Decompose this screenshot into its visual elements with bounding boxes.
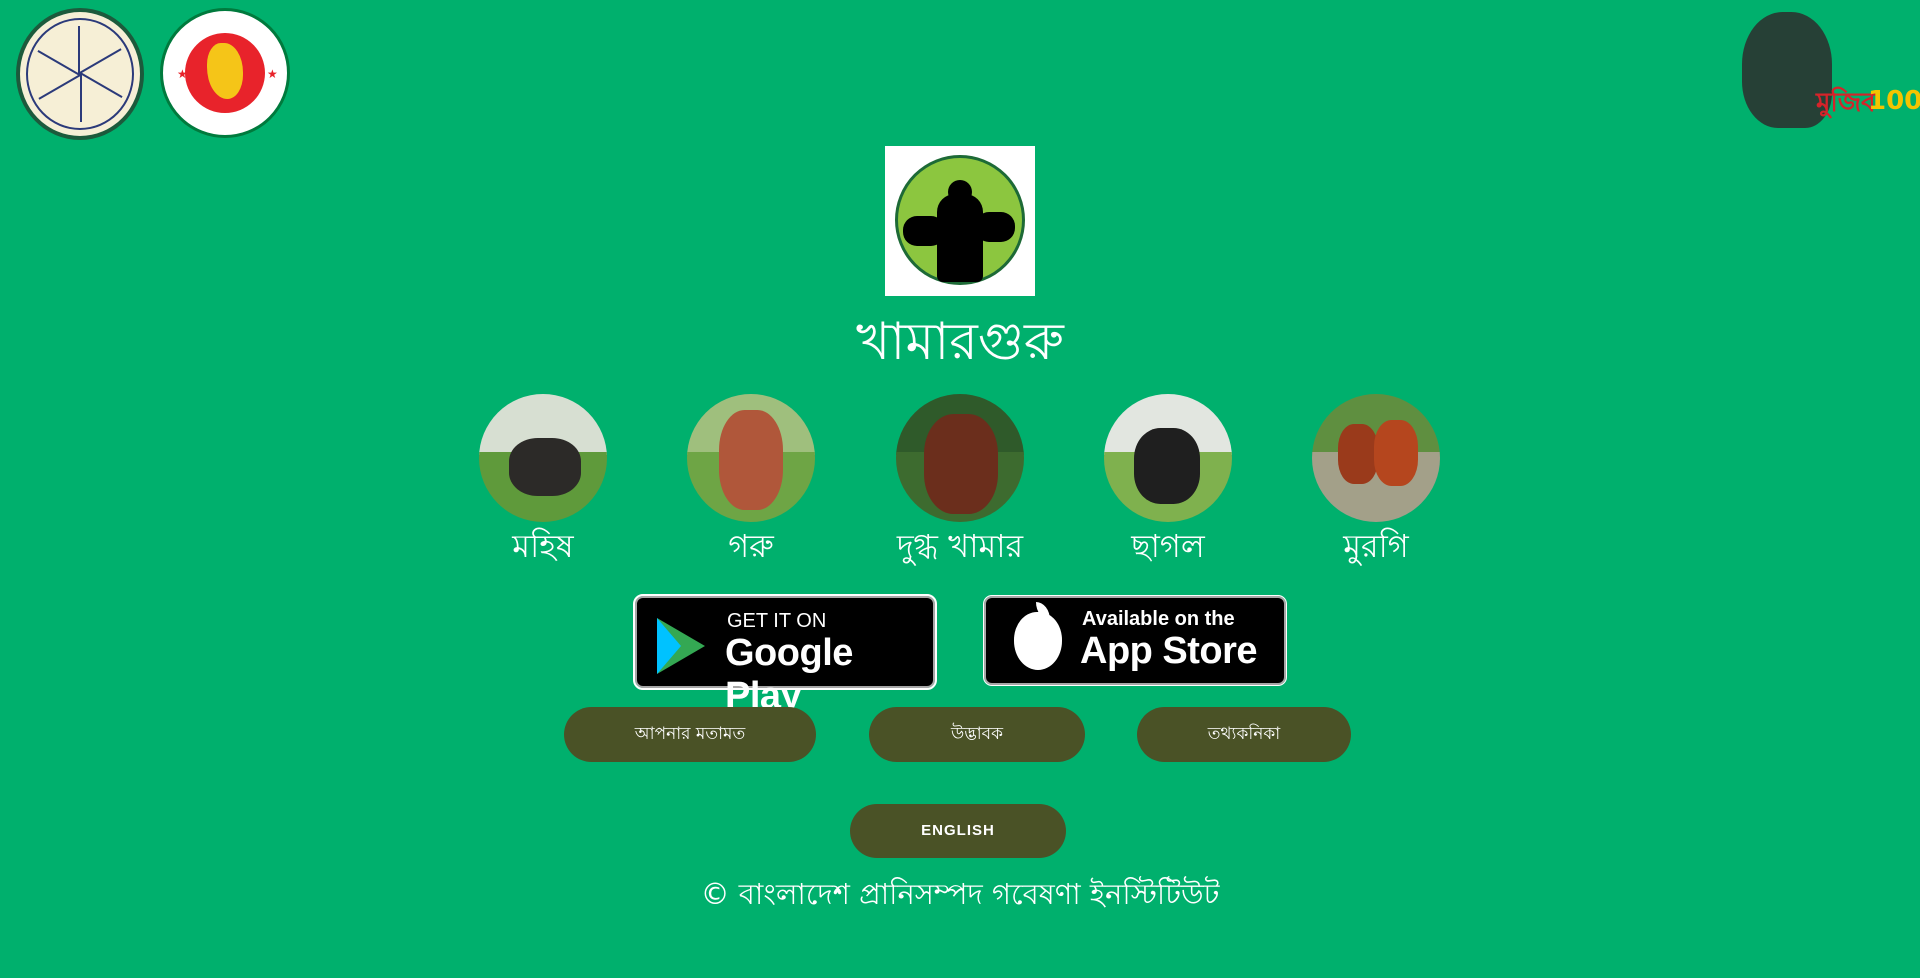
cow-shape [719,410,783,510]
buffalo-shape [509,438,581,496]
google-play-small-text: GET IT ON [727,610,827,632]
animal-label[interactable]: দুগ্ধ খামার [895,524,1025,568]
footer-copyright: © বাংলাদেশ প্রানিসম্পদ গবেষণা ইনস্টিটিউট [700,877,1220,911]
animal-item-chicken[interactable]: মুরগি [1311,394,1441,568]
animal-label[interactable]: গরু [686,524,816,568]
blri-seal-spoke [78,26,80,74]
farmer-silhouette-icon [937,194,983,282]
app-store-badge[interactable]: Available on the App Store [983,595,1287,686]
star-icon: ★ [177,67,188,81]
app-logo [885,146,1035,296]
google-play-big-text: Google Play [725,632,853,717]
animal-label[interactable]: মুরগি [1311,524,1441,568]
animal-item-buffalo[interactable]: মহিষ [478,394,608,568]
feedback-button[interactable]: আপনার মতামত [564,707,816,762]
buffalo-photo[interactable] [479,394,607,522]
dairy-cow-shape [924,414,998,514]
cow-photo[interactable] [687,394,815,522]
english-language-button[interactable]: ENGLISH [850,804,1066,858]
mujib-100-text: 100 [1868,86,1920,116]
blri-logo [16,8,144,140]
mujib-text: মুজিব [1816,88,1876,118]
star-icon: ★ [267,67,278,81]
government-seal-logo: ★ ★ [160,8,290,138]
farmer-head-icon [948,180,972,204]
apple-icon [1014,612,1062,670]
animal-label[interactable]: ছাগল [1103,524,1233,568]
app-title: খামারগুরু [856,312,1064,372]
mujib-100-logo: মুজিব 100 [1736,12,1920,130]
info-button[interactable]: তথ্যকনিকা [1137,707,1351,762]
animal-item-cow[interactable]: গরু [686,394,816,568]
google-play-badge[interactable]: GET IT ON Google Play [633,594,937,717]
goat-shape [1134,428,1200,504]
app-store-big-text: App Store [1080,630,1258,672]
animal-item-dairy[interactable]: দুগ্ধ খামার [895,394,1025,568]
chicken-shape [1338,424,1378,484]
app-store-small-text: Available on the [1082,608,1235,630]
blri-seal-spoke [80,74,82,122]
chicken-shape [1374,420,1418,486]
animal-label[interactable]: মহিষ [478,524,608,568]
google-play-icon-accent [657,618,681,674]
innovator-button[interactable]: উদ্ভাবক [869,707,1085,762]
dairy-cow-photo[interactable] [896,394,1024,522]
chicken-photo[interactable] [1312,394,1440,522]
animal-item-goat[interactable]: ছাগল [1103,394,1233,568]
goat-photo[interactable] [1104,394,1232,522]
